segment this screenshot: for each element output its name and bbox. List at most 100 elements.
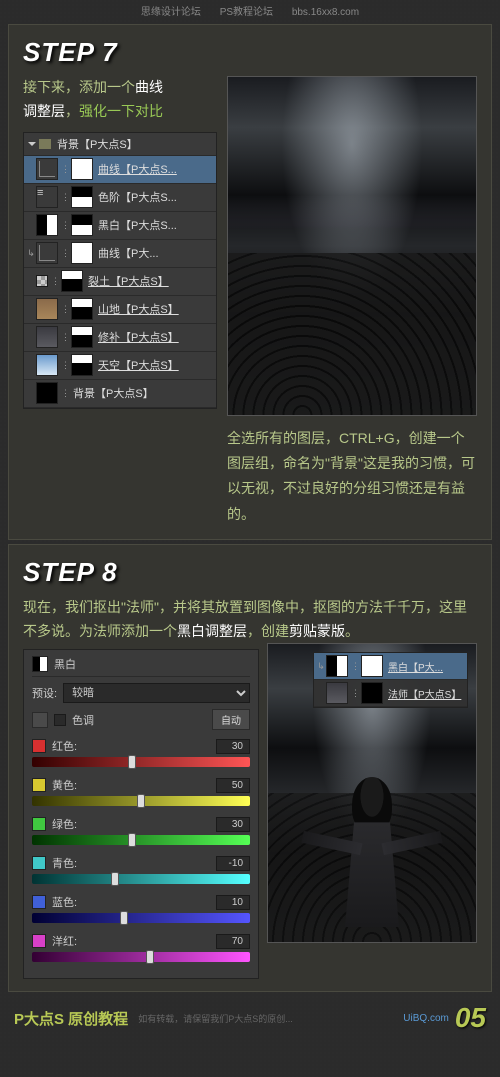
- preset-label: 预设:: [32, 685, 57, 701]
- step7-box: STEP 7 接下来，添加一个曲线 调整层，强化一下对比 背景【P大点S】 ⋮曲…: [8, 24, 492, 540]
- color-value[interactable]: -10: [216, 856, 250, 871]
- step7-text1: 接下来，添加一个曲线 调整层，强化一下对比: [23, 76, 217, 124]
- levels-icon: ≡: [36, 186, 58, 208]
- layers-panel[interactable]: 背景【P大点S】 ⋮曲线【P大点S...≡⋮色阶【P大点S...⋮黑白【P大点S…: [23, 132, 217, 409]
- color-swatch: [32, 817, 46, 831]
- slider-knob[interactable]: [137, 794, 145, 808]
- color-slider-row: 洋红:70: [32, 933, 250, 962]
- layer-row[interactable]: ⋮山地【P大点S】: [24, 296, 216, 324]
- color-slider[interactable]: [32, 796, 250, 806]
- mask-thumb[interactable]: [71, 354, 93, 376]
- wm-a: 思缘设计论坛: [141, 7, 201, 18]
- color-value[interactable]: 10: [216, 895, 250, 910]
- layer-row[interactable]: ⋮天空【P大点S】: [24, 352, 216, 380]
- brand: P大点S 原创教程: [14, 1008, 128, 1029]
- layer-row[interactable]: ⋮裂土【P大点S】: [24, 268, 216, 296]
- color-slider-row: 蓝色:10: [32, 894, 250, 923]
- layer-row[interactable]: ⋮曲线【P大点S...: [24, 156, 216, 184]
- clip-icon: ↳: [316, 661, 326, 672]
- mask-thumb[interactable]: [71, 298, 93, 320]
- step8-text: 现在，我们抠出"法师"，并将其放置到图像中，抠图的方法千千万，这里不多说。为法师…: [23, 596, 477, 644]
- color-value[interactable]: 30: [216, 817, 250, 832]
- layer-name[interactable]: 山地【P大点S】: [96, 301, 214, 317]
- slider-knob[interactable]: [146, 950, 154, 964]
- layer-row[interactable]: ⋮背景【P大点S】: [24, 380, 216, 408]
- color-label: 黄色:: [52, 777, 77, 793]
- color-label: 绿色:: [52, 816, 77, 832]
- layer-thumb: [36, 354, 58, 376]
- tint-checkbox[interactable]: [54, 714, 66, 726]
- layer-thumb: [326, 682, 348, 704]
- color-value[interactable]: 50: [216, 778, 250, 793]
- curves-icon: [36, 158, 58, 180]
- color-swatch: [32, 778, 46, 792]
- link-icon: ⋮: [61, 248, 69, 259]
- layer-name[interactable]: 色阶【P大点S...: [96, 189, 214, 205]
- color-swatch: [32, 895, 46, 909]
- hand-tool-icon[interactable]: [32, 712, 48, 728]
- collapse-icon[interactable]: [28, 142, 36, 146]
- layer-row[interactable]: ⋮黑白【P大点S...: [24, 212, 216, 240]
- layer-row[interactable]: ↳⋮黑白【P大...: [314, 653, 467, 680]
- color-value[interactable]: 30: [216, 739, 250, 754]
- color-slider[interactable]: [32, 835, 250, 845]
- step7-title: STEP 7: [23, 37, 477, 68]
- slider-knob[interactable]: [128, 833, 136, 847]
- bw-title: 黑白: [54, 656, 76, 672]
- layer-row[interactable]: ↳ ⋮ 曲线【P大...: [24, 240, 216, 268]
- color-slider[interactable]: [32, 757, 250, 767]
- mask-thumb[interactable]: [71, 242, 93, 264]
- step8-title: STEP 8: [23, 557, 477, 588]
- bw-adj-icon: [326, 655, 348, 677]
- bw-adjustment-panel[interactable]: 黑白 预设: 较暗 色调 自动 红色:30黄色:50绿色:30青色:-10蓝色:…: [23, 649, 259, 979]
- color-value[interactable]: 70: [216, 934, 250, 949]
- preset-select[interactable]: 较暗: [63, 683, 250, 703]
- slider-knob[interactable]: [111, 872, 119, 886]
- mask-thumb[interactable]: [71, 158, 93, 180]
- layer-thumb: [36, 382, 58, 404]
- layer-row[interactable]: ≡⋮色阶【P大点S...: [24, 184, 216, 212]
- layer-thumb: [36, 275, 48, 287]
- link-icon: ⋮: [61, 388, 69, 399]
- color-slider-row: 青色: -10: [32, 855, 250, 884]
- layer-row[interactable]: ⋮ 法师【P大点S】: [314, 680, 467, 707]
- auto-button[interactable]: 自动: [212, 709, 250, 730]
- layer-name[interactable]: 背景【P大点S】: [71, 385, 214, 401]
- color-slider[interactable]: [32, 874, 250, 884]
- mask-thumb[interactable]: [361, 655, 383, 677]
- layer-name[interactable]: 裂土【P大点S】: [86, 273, 214, 289]
- color-slider[interactable]: [32, 913, 250, 923]
- slider-knob[interactable]: [128, 755, 136, 769]
- mask-thumb[interactable]: [71, 214, 93, 236]
- layer-name[interactable]: 黑白【P大点S...: [96, 217, 214, 233]
- clip-icon: ↳: [26, 248, 36, 259]
- mask-thumb[interactable]: [71, 326, 93, 348]
- step8-box: STEP 8 现在，我们抠出"法师"，并将其放置到图像中，抠图的方法千千万，这里…: [8, 544, 492, 993]
- uib-watermark: UiBQ.com: [403, 1013, 449, 1024]
- layer-name[interactable]: 法师【P大点S】: [386, 686, 465, 701]
- layer-row[interactable]: ⋮修补【P大点S】: [24, 324, 216, 352]
- color-slider-row: 绿色: 30: [32, 816, 250, 845]
- mask-thumb[interactable]: [361, 682, 383, 704]
- layer-name[interactable]: 天空【P大点S】: [96, 357, 214, 373]
- color-label: 青色:: [52, 855, 77, 871]
- link-icon: ⋮: [351, 688, 359, 699]
- layer-thumb: [36, 298, 58, 320]
- color-slider[interactable]: [32, 952, 250, 962]
- color-slider-row: 红色:30: [32, 738, 250, 767]
- group-name[interactable]: 背景【P大点S】: [55, 136, 212, 152]
- mask-thumb[interactable]: [71, 186, 93, 208]
- slider-knob[interactable]: [120, 911, 128, 925]
- layer-name[interactable]: 修补【P大点S】: [96, 329, 214, 345]
- layer-name[interactable]: 曲线【P大...: [96, 245, 214, 261]
- step7-text2: 全选所有的图层，CTRL+G，创建一个图层组，命名为"背景"这是我的习惯，可以无…: [227, 426, 477, 527]
- layer-name[interactable]: 曲线【P大点S...: [96, 161, 214, 177]
- color-slider-row: 黄色: 50: [32, 777, 250, 806]
- mask-thumb[interactable]: [61, 270, 83, 292]
- layer-group-header[interactable]: 背景【P大点S】: [24, 133, 216, 156]
- color-swatch: [32, 934, 46, 948]
- layer-name[interactable]: 黑白【P大...: [386, 659, 465, 674]
- top-watermark: 思缘设计论坛 PS教程论坛 bbs.16xx8.com: [0, 0, 500, 20]
- mini-layers-panel[interactable]: ↳⋮黑白【P大... ⋮ 法师【P大点S】: [313, 652, 468, 708]
- color-swatch: [32, 739, 46, 753]
